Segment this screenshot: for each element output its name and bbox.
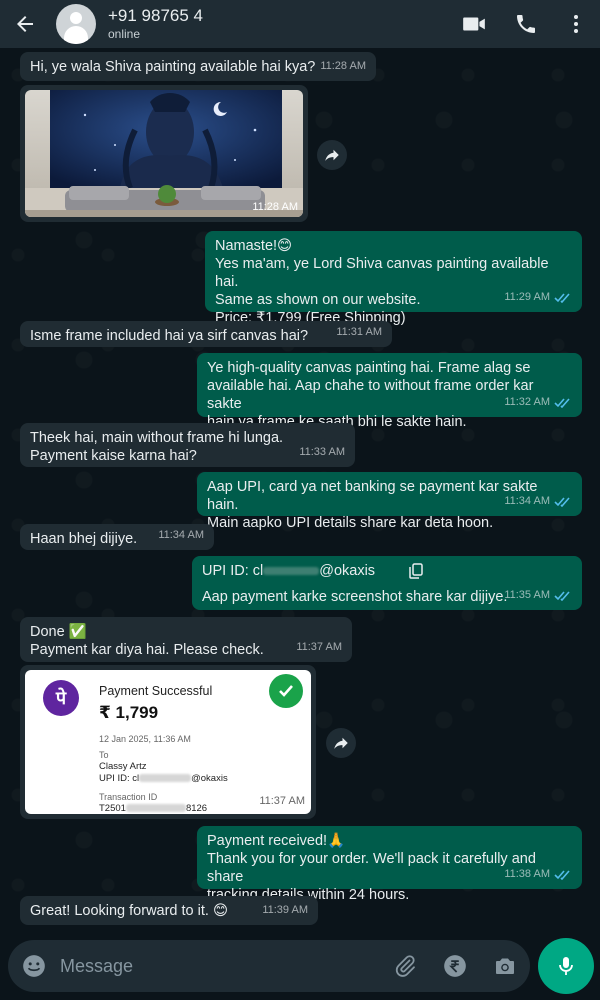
phone-icon xyxy=(517,15,535,33)
message-outgoing[interactable]: UPI ID: cl @okaxis Aap payment karke scre… xyxy=(192,556,582,610)
receipt-amount: ₹ 1,799 xyxy=(99,703,159,722)
video-call-button[interactable] xyxy=(448,0,500,48)
contact-info[interactable]: +91 98765 4 online xyxy=(108,6,448,42)
message-text: Theek hai, main without frame hi lunga. … xyxy=(30,430,284,464)
message-time: 11:35 AM xyxy=(504,586,572,604)
message-time: 11:34 AM xyxy=(504,492,572,510)
message-incoming[interactable]: Haan bhej dijiye. 11:34 AM xyxy=(20,524,214,550)
message-time: 11:33 AM xyxy=(299,446,345,458)
message-time: 11:37 AM xyxy=(259,795,305,807)
message-incoming[interactable]: Great! Looking forward to it. 😊 11:39 AM xyxy=(20,896,318,925)
contact-name: +91 98765 4 xyxy=(108,6,204,25)
message-input-bar xyxy=(8,940,530,992)
success-check-icon xyxy=(269,674,303,708)
redacted-text xyxy=(263,567,320,576)
upi-line: UPI ID: cl @okaxis xyxy=(202,562,572,580)
message-time: 11:32 AM xyxy=(504,393,572,411)
more-options-icon xyxy=(574,15,578,33)
message-incoming[interactable]: Isme frame included hai ya sirf canvas h… xyxy=(20,321,392,347)
forward-button[interactable] xyxy=(317,140,347,170)
message-image[interactable]: पे Payment Successful ₹ 1,799 12 Jan 202… xyxy=(20,665,316,819)
message-outgoing[interactable]: Aap UPI, card ya net banking se payment … xyxy=(197,472,582,531)
message-incoming[interactable]: Theek hai, main without frame hi lunga. … xyxy=(20,423,355,467)
payment-receipt-screenshot[interactable]: पे Payment Successful ₹ 1,799 12 Jan 202… xyxy=(25,670,311,814)
more-options-button[interactable] xyxy=(552,0,600,48)
message-input[interactable] xyxy=(60,955,380,977)
chat-area[interactable]: Hi, ye wala Shiva painting available hai… xyxy=(0,48,600,940)
camera-icon xyxy=(496,958,514,974)
composer xyxy=(0,938,600,1000)
message-outgoing[interactable]: Namaste!😊 Yes ma'am, ye Lord Shiva canva… xyxy=(205,231,582,326)
message-outgoing[interactable]: Ye high-quality canvas painting hai. Fra… xyxy=(197,353,582,430)
read-ticks-icon xyxy=(554,869,570,880)
message-text: Hi, ye wala Shiva painting available hai… xyxy=(30,59,316,75)
message-image[interactable]: 11:28 AM xyxy=(20,85,308,222)
message-text: Namaste!😊 Yes ma'am, ye Lord Shiva canva… xyxy=(215,238,549,326)
message-text: Ye high-quality canvas painting hai. Fra… xyxy=(207,360,534,430)
emoji-icon xyxy=(23,955,45,977)
mic-icon xyxy=(559,957,573,975)
copy-icon[interactable] xyxy=(409,563,423,579)
message-outgoing[interactable]: Payment received!🙏 Thank you for your or… xyxy=(197,826,582,903)
read-ticks-icon xyxy=(554,496,570,507)
message-incoming[interactable]: Done ✅ Payment kar diya hai. Please chec… xyxy=(20,617,352,662)
message-incoming[interactable]: Hi, ye wala Shiva painting available hai… xyxy=(20,52,376,81)
phonepe-logo: पे xyxy=(43,680,79,716)
attach-button[interactable] xyxy=(380,940,430,992)
message-time: 11:38 AM xyxy=(504,865,572,883)
read-ticks-icon xyxy=(554,590,570,601)
message-time: 11:28 AM xyxy=(252,201,298,213)
forward-icon xyxy=(325,149,339,161)
message-time: 11:28 AM xyxy=(320,60,366,72)
chat-header: +91 98765 4 online xyxy=(0,0,600,48)
message-time: 11:31 AM xyxy=(336,326,382,338)
video-call-icon xyxy=(463,17,485,31)
back-arrow-icon xyxy=(17,16,33,32)
back-button[interactable] xyxy=(0,0,50,48)
contact-status: online xyxy=(108,27,141,41)
message-text: Haan bhej dijiye. xyxy=(30,531,138,547)
message-text: Great! Looking forward to it. 😊 xyxy=(30,903,229,919)
message-time: 11:39 AM xyxy=(262,904,308,916)
forward-button[interactable] xyxy=(326,728,356,758)
read-ticks-icon xyxy=(554,292,570,303)
read-ticks-icon xyxy=(554,397,570,408)
voice-call-button[interactable] xyxy=(500,0,552,48)
forward-icon xyxy=(334,737,348,749)
avatar[interactable] xyxy=(56,4,96,44)
message-text: Payment received!🙏 Thank you for your or… xyxy=(207,833,536,903)
payment-button[interactable] xyxy=(430,940,480,992)
attach-icon xyxy=(395,955,415,977)
receipt-upi: UPI ID: cl @okaxis xyxy=(99,773,228,784)
message-time: 11:37 AM xyxy=(296,641,342,653)
receipt-date: 12 Jan 2025, 11:36 AM xyxy=(99,734,191,744)
message-time: 11:29 AM xyxy=(504,288,572,306)
receipt-txn-id: T2501 8126 xyxy=(99,803,208,814)
message-text: Isme frame included hai ya sirf canvas h… xyxy=(30,328,309,344)
receipt-title: Payment Successful xyxy=(99,684,213,698)
voice-message-button[interactable] xyxy=(538,938,594,994)
message-text: Aap UPI, card ya net banking se payment … xyxy=(207,479,538,531)
rupee-icon xyxy=(444,955,466,977)
message-time: 11:34 AM xyxy=(158,529,204,541)
camera-button[interactable] xyxy=(480,940,530,992)
message-text: Done ✅ Payment kar diya hai. Please chec… xyxy=(30,624,264,658)
emoji-button[interactable] xyxy=(8,940,60,992)
